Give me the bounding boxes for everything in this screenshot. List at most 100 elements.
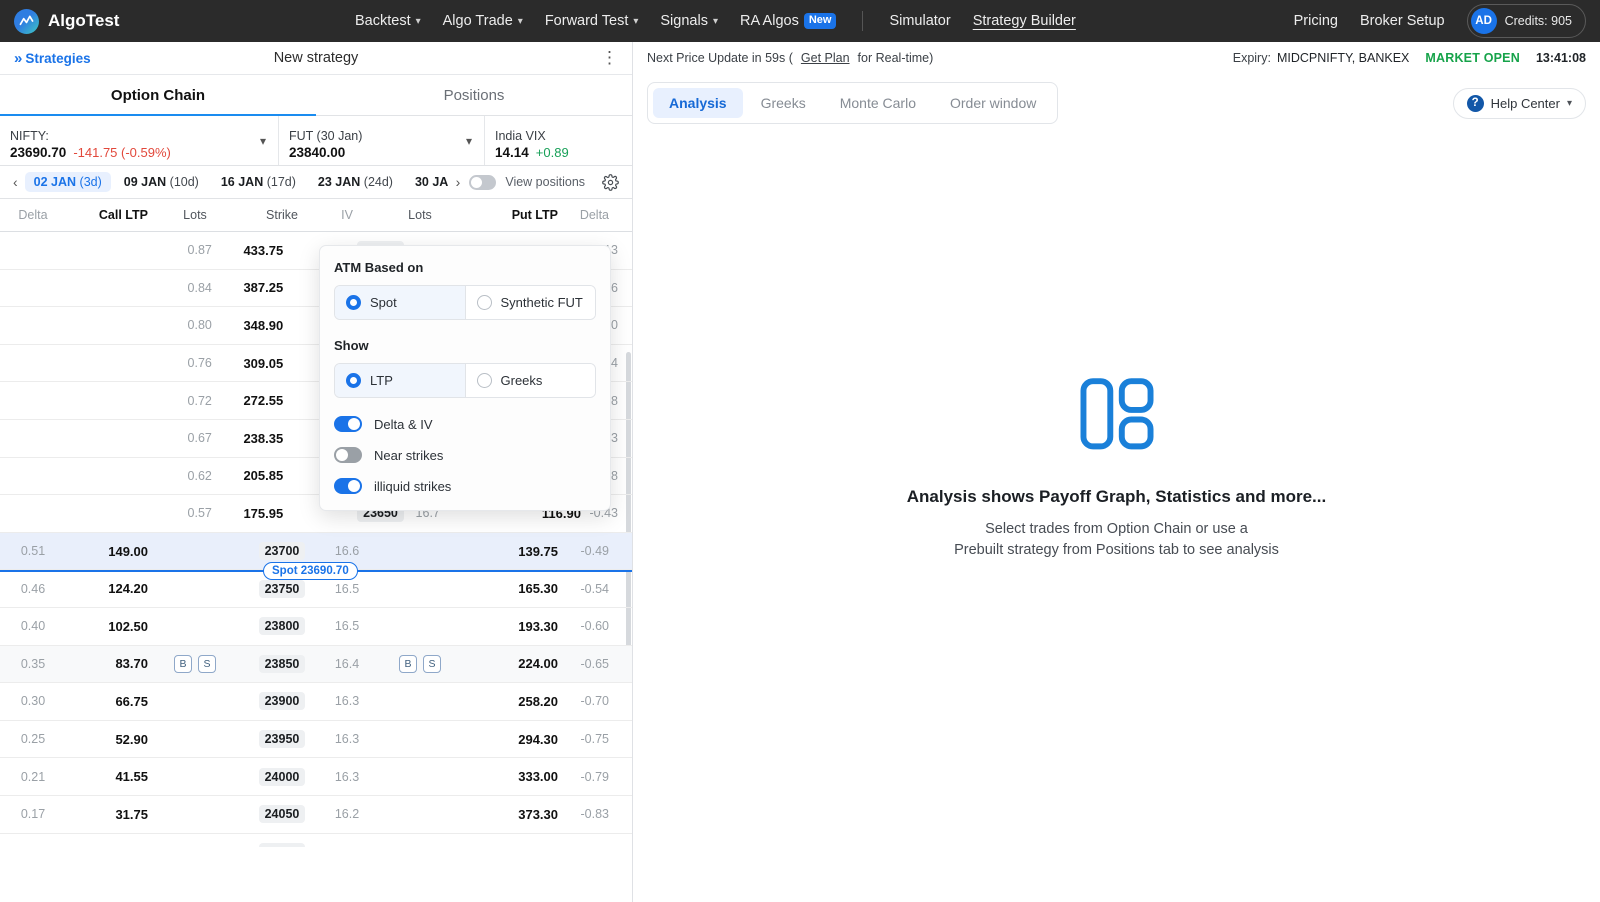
expiry-prev-arrow-icon[interactable]: ‹ — [8, 174, 23, 190]
account-credits-button[interactable]: AD Credits: 905 — [1466, 4, 1586, 38]
chevron-down-icon: ▾ — [415, 15, 421, 27]
cell-call-delta: 0.67 — [187, 431, 212, 446]
call-buy-button[interactable]: B — [174, 654, 192, 673]
cell-call-delta: 0.21 — [20, 769, 46, 784]
show-option-ltp[interactable]: LTP — [335, 364, 465, 397]
market-status-group: Expiry: MIDCPNIFTY, BANKEX MARKET OPEN 1… — [1233, 51, 1586, 65]
tab-monte-carlo[interactable]: Monte Carlo — [824, 88, 932, 118]
nav-forward-test[interactable]: Forward Test ▾ — [545, 13, 639, 29]
table-row[interactable]: 0.21 41.55 24000 16.3 333.00 -0.79 — [0, 758, 632, 796]
empty-state-subtitle-line2: Prebuilt strategy from Positions tab to … — [954, 541, 1279, 558]
toggle-switch-off-icon — [334, 447, 362, 463]
toggle-near-strikes[interactable]: Near strikes — [334, 447, 596, 463]
table-row[interactable]: 0.25 52.90 23950 16.3 294.30 -0.75 — [0, 721, 632, 759]
strike-pill: 23700 — [258, 542, 306, 561]
cell-iv: 16.5 — [334, 619, 360, 634]
nav-simulator[interactable]: Simulator — [889, 13, 950, 29]
quote-nifty-label: NIFTY: — [10, 128, 49, 143]
nav-ra-algos[interactable]: RA Algos New — [740, 13, 837, 29]
quote-strip: NIFTY: 23690.70 -141.75 (-0.59%) ▾ FUT (… — [0, 116, 632, 166]
nav-algo-trade[interactable]: Algo Trade ▾ — [443, 13, 523, 29]
expiry-chip-0[interactable]: 02 JAN (3d) — [24, 172, 111, 192]
nav-signals[interactable]: Signals ▾ — [660, 13, 718, 29]
atm-option-synthetic-fut[interactable]: Synthetic FUT — [464, 286, 595, 319]
analysis-pane: Next Price Update in 59s (Get Plan for R… — [633, 42, 1600, 902]
help-center-button[interactable]: ? Help Center ▾ — [1452, 87, 1586, 119]
col-header-call-ltp: Call LTP — [98, 208, 148, 222]
cell-iv: 16.2 — [334, 807, 360, 822]
expiry-chip-1[interactable]: 09 JAN (10d) — [115, 172, 208, 192]
cell-call-ltp: 31.75 — [115, 806, 148, 822]
table-row[interactable]: 0.40 102.50 23800 16.5 193.30 -0.60 — [0, 608, 632, 646]
show-option-greeks-label: Greeks — [500, 373, 543, 388]
cell-call-delta: 0.76 — [187, 356, 212, 371]
chevron-down-icon[interactable]: ▾ — [466, 134, 472, 148]
toggle-near-strikes-label: Near strikes — [374, 447, 444, 463]
atm-option-synthetic-fut-label: Synthetic FUT — [500, 295, 583, 310]
empty-state-title: Analysis shows Payoff Graph, Statistics … — [906, 486, 1327, 506]
option-chain-pane: » Strategies New strategy ⋮ Option Chain… — [0, 42, 633, 902]
toggle-switch-on-icon — [334, 478, 362, 494]
get-plan-link[interactable]: Get Plan — [801, 51, 850, 65]
toggle-illiquid-strikes[interactable]: illiquid strikes — [334, 478, 596, 494]
tab-positions[interactable]: Positions — [316, 75, 632, 115]
nav-backtest[interactable]: Backtest ▾ — [355, 13, 421, 29]
tab-option-chain[interactable]: Option Chain — [0, 75, 316, 116]
expiry-chip-2[interactable]: 16 JAN (17d) — [212, 172, 305, 192]
table-row[interactable]: 0.30 66.75 23900 16.3 258.20 -0.70 — [0, 683, 632, 721]
strategies-back-link[interactable]: » Strategies — [14, 50, 91, 67]
radio-selected-icon — [346, 295, 361, 310]
expiry-chip-1-date: 09 JAN — [123, 175, 167, 189]
quote-nifty[interactable]: NIFTY: 23690.70 -141.75 (-0.59%) ▾ — [0, 116, 279, 165]
put-sell-button[interactable]: S — [423, 654, 441, 673]
cell-strike: 24000 — [242, 767, 322, 786]
atm-option-spot[interactable]: Spot — [335, 286, 465, 319]
algotest-logo-icon — [14, 8, 39, 34]
col-header-iv: IV — [341, 208, 353, 222]
cell-put-delta: -0.60 — [580, 619, 610, 634]
call-sell-button[interactable]: S — [198, 654, 216, 673]
put-lots-cell: BS — [372, 654, 468, 673]
strike-pill: 23950 — [258, 730, 306, 749]
tab-analysis[interactable]: Analysis — [653, 88, 743, 118]
nav-pricing[interactable]: Pricing — [1294, 13, 1338, 29]
table-row[interactable]: 0.17 31.75 24050 16.2 373.30 -0.83 — [0, 796, 632, 834]
more-vertical-icon[interactable]: ⋮ — [601, 49, 618, 66]
cell-call-delta: 0.25 — [20, 732, 46, 747]
strike-pill: 23900 — [258, 692, 306, 711]
tab-greeks[interactable]: Greeks — [745, 88, 822, 118]
expiry-next-arrow-icon[interactable]: › — [451, 174, 466, 190]
cell-call-ltp: 238.35 — [243, 430, 284, 446]
cell-call-delta: 0.51 — [20, 544, 46, 559]
chevron-down-icon[interactable]: ▾ — [260, 134, 266, 148]
view-positions-label: View positions — [505, 175, 586, 189]
quote-fut[interactable]: FUT (30 Jan) 23840.00 ▾ — [279, 116, 485, 165]
tab-order-window[interactable]: Order window — [934, 88, 1052, 118]
cell-strike: 23900 — [242, 692, 322, 711]
quote-nifty-value: 23690.70 — [10, 144, 67, 160]
nav-right-group: Pricing Broker Setup AD Credits: 905 — [1294, 4, 1586, 38]
col-header-put-delta: Delta — [579, 208, 609, 222]
analysis-tabs-row: Analysis Greeks Monte Carlo Order window… — [633, 82, 1600, 124]
cell-call-delta: 0.40 — [20, 619, 46, 634]
view-positions-toggle[interactable] — [469, 174, 497, 190]
put-buy-button[interactable]: B — [399, 654, 417, 673]
cell-call-ltp: 175.95 — [243, 505, 284, 521]
toggle-delta-iv[interactable]: Delta & IV — [334, 416, 596, 432]
brand-logo[interactable]: AlgoTest — [14, 8, 119, 34]
table-row[interactable]: 0.35 83.70 B S 23850 16.4 B S 224.00 -0.65 — [0, 645, 632, 684]
expiry-chip-3-days: (24d) — [363, 175, 393, 189]
table-row[interactable]: 0.1424.10 24100 16.1 414.95-0.86 — [0, 834, 632, 847]
radio-unselected-icon — [476, 373, 492, 388]
expiry-chip-3[interactable]: 23 JAN (24d) — [309, 172, 402, 192]
nav-backtest-label: Backtest — [355, 13, 411, 29]
cell-put-delta: -0.79 — [580, 769, 610, 784]
expiry-chip-4[interactable]: 30 JAN (31d) — [406, 172, 449, 192]
cell-put-delta: -0.75 — [580, 732, 610, 747]
gear-icon[interactable] — [602, 173, 624, 191]
show-option-greeks[interactable]: Greeks — [464, 364, 595, 397]
nav-broker-setup[interactable]: Broker Setup — [1360, 13, 1445, 29]
nav-forward-test-label: Forward Test — [544, 13, 629, 29]
nav-strategy-builder[interactable]: Strategy Builder — [973, 13, 1076, 29]
chevron-down-icon: ▾ — [712, 15, 718, 27]
